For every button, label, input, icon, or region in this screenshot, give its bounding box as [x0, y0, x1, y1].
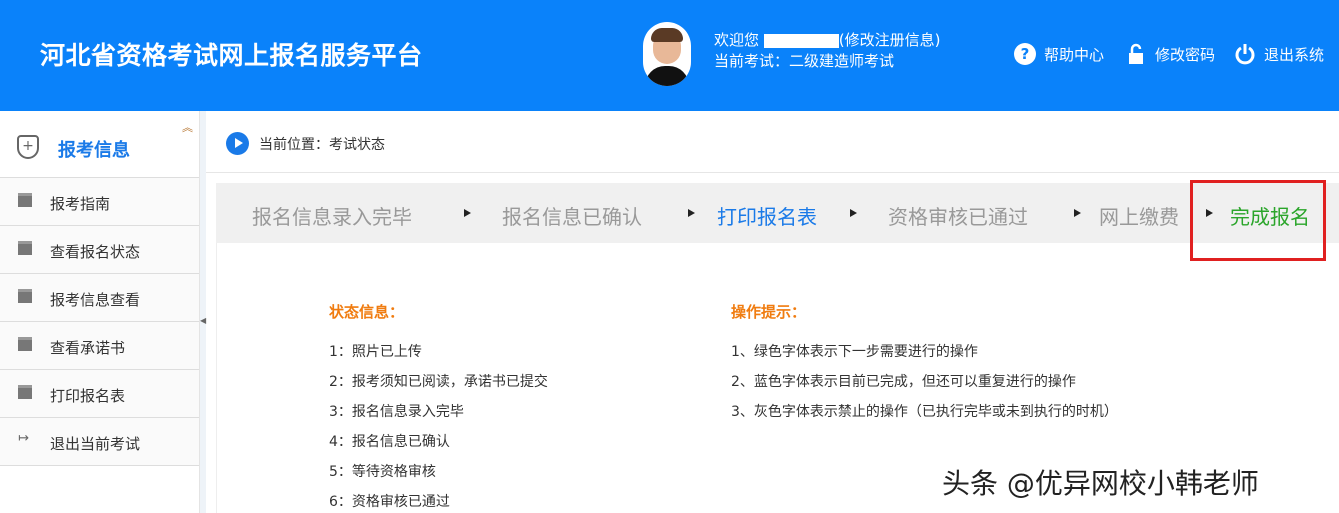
sidebar-item-status[interactable]: 查看报名状态	[0, 226, 199, 274]
divider	[206, 172, 1339, 173]
status-item: 3：报名信息录入完毕	[329, 404, 464, 420]
status-item: 6：资格审核已通过	[329, 494, 450, 510]
step-payment: 网上缴费	[1099, 205, 1179, 229]
collapse-up-icon[interactable]: ︽	[182, 119, 193, 135]
avatar	[643, 22, 691, 86]
document-icon	[18, 337, 32, 351]
item-label: 查看报名状态	[50, 243, 141, 261]
step-print-form[interactable]: 打印报名表	[717, 201, 817, 230]
item-label: 查看承诺书	[50, 339, 126, 357]
welcome-text: 欢迎您	[714, 31, 760, 49]
step-review-passed: 资格审核已通过	[888, 205, 1028, 229]
redacted-username	[763, 33, 839, 48]
sidebar-item-pledge[interactable]: 查看承诺书	[0, 322, 199, 370]
tip-item: 2、蓝色字体表示目前已完成，但还可以重复进行的操作	[731, 374, 1076, 390]
item-label: 报考指南	[50, 195, 111, 213]
help-icon: ?	[1014, 43, 1036, 65]
item-label: 打印报名表	[50, 387, 126, 405]
status-item: 2：报考须知已阅读，承诺书已提交	[329, 374, 548, 390]
tips-title: 操作提示：	[731, 303, 807, 321]
item-label: 报考信息查看	[50, 291, 141, 309]
step-info-confirmed: 报名信息已确认	[502, 205, 642, 229]
breadcrumb-text: 当前位置：考试状态	[259, 136, 385, 153]
arrow-icon	[464, 209, 471, 217]
lock-icon	[1125, 43, 1147, 65]
arrow-icon	[850, 209, 857, 217]
help-label: 帮助中心	[1044, 45, 1105, 64]
exit-icon: ↦	[18, 431, 29, 446]
logout-label: 退出系统	[1264, 45, 1325, 64]
header: 河北省资格考试网上报名服务平台 欢迎您 (修改注册信息) 当前考试：二级建造师考…	[0, 0, 1339, 111]
change-password-link[interactable]: 修改密码	[1125, 43, 1215, 65]
sidebar-item-print[interactable]: 打印报名表	[0, 370, 199, 418]
sidebar-header[interactable]: + 报考信息 ︽	[0, 111, 199, 178]
current-exam: 当前考试：二级建造师考试	[714, 52, 895, 70]
power-icon	[1234, 43, 1256, 65]
sidebar-title: 报考信息	[58, 140, 130, 161]
sidebar-item-guide[interactable]: 报考指南	[0, 178, 199, 226]
document-icon	[18, 193, 32, 207]
play-icon	[226, 132, 249, 155]
password-label: 修改密码	[1155, 45, 1216, 64]
edit-info-link[interactable]: (修改注册信息)	[839, 31, 941, 49]
status-title: 状态信息：	[329, 303, 405, 321]
watermark: 头条 @优异网校小韩老师	[942, 467, 1259, 500]
tip-item: 1、绿色字体表示下一步需要进行的操作	[731, 344, 978, 360]
monitor-icon	[18, 289, 32, 303]
item-label: 退出当前考试	[50, 435, 141, 453]
help-center-link[interactable]: ? 帮助中心	[1014, 43, 1104, 65]
status-item: 1：照片已上传	[329, 344, 422, 360]
arrow-icon	[1074, 209, 1081, 217]
sidebar: + 报考信息 ︽ 报考指南 查看报名状态 报考信息查看 查看承诺书 打印报名表 …	[0, 111, 200, 513]
status-item: 5：等待资格审核	[329, 464, 436, 480]
user-info: 欢迎您 (修改注册信息) 当前考试：二级建造师考试	[714, 30, 941, 72]
collapse-left-icon[interactable]: ◀	[200, 316, 206, 325]
sidebar-item-info[interactable]: 报考信息查看	[0, 274, 199, 322]
edit-icon	[18, 241, 32, 255]
printer-icon	[18, 385, 32, 399]
sidebar-item-exit[interactable]: ↦ 退出当前考试	[0, 418, 199, 466]
step-info-entered: 报名信息录入完毕	[252, 205, 412, 229]
shield-icon: +	[17, 135, 39, 159]
logout-link[interactable]: 退出系统	[1234, 43, 1324, 65]
progress-steps: 报名信息录入完毕 报名信息已确认 打印报名表 资格审核已通过 网上缴费 完成报名	[216, 183, 1339, 243]
arrow-icon	[688, 209, 695, 217]
site-title: 河北省资格考试网上报名服务平台	[40, 41, 423, 70]
tip-item: 3、灰色字体表示禁止的操作（已执行完毕或未到执行的时机）	[731, 404, 1118, 420]
status-item: 4：报名信息已确认	[329, 434, 450, 450]
breadcrumb: 当前位置：考试状态	[226, 132, 385, 155]
